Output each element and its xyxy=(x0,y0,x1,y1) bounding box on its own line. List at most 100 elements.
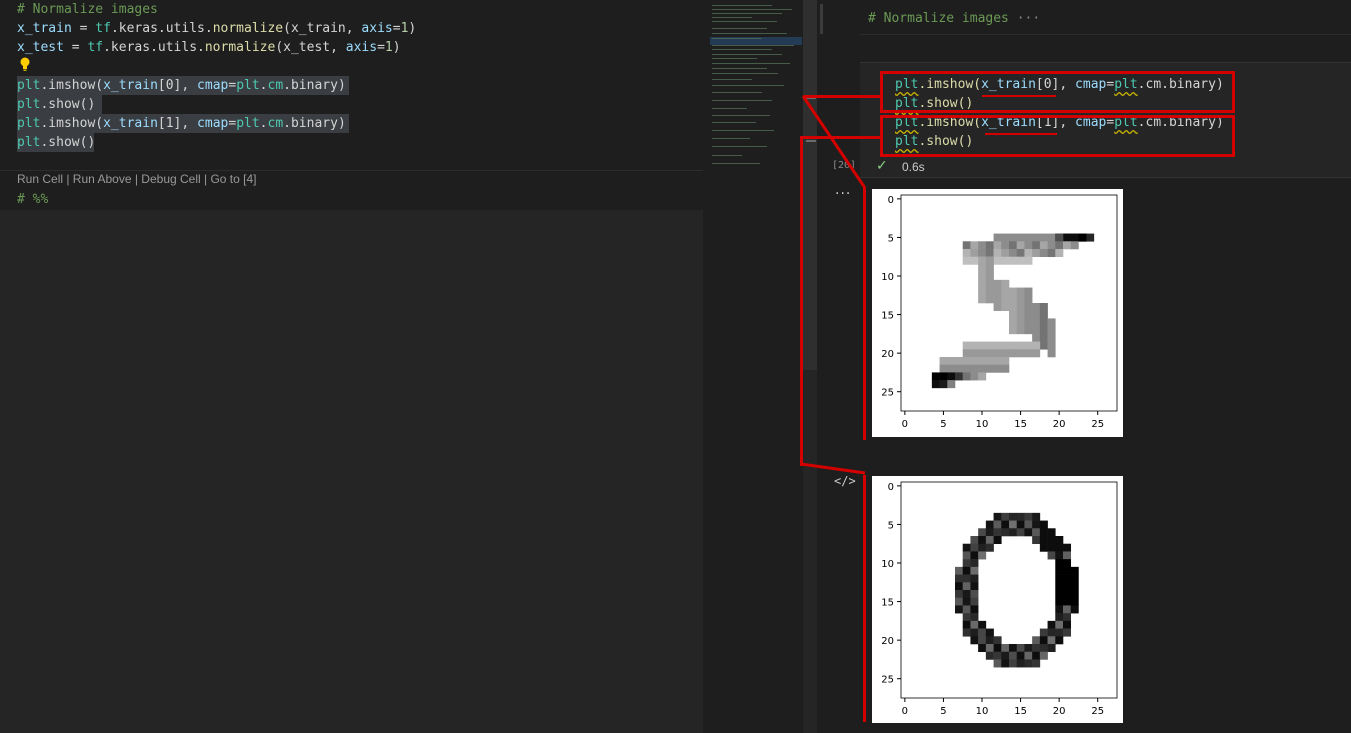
y-tick-label: 5 xyxy=(888,233,894,244)
image-pixel xyxy=(1001,520,1010,529)
token: .imshow( xyxy=(40,78,104,93)
minimap-line xyxy=(712,155,742,156)
markdown-cell-text[interactable]: # Normalize images ··· xyxy=(868,11,1040,26)
image-pixel xyxy=(1032,659,1041,668)
image-pixel xyxy=(1009,528,1018,537)
code-line-6[interactable]: plt.show() xyxy=(17,95,102,114)
image-pixel xyxy=(978,349,987,358)
code-line-1[interactable]: # Normalize images xyxy=(17,0,158,19)
minimap-line xyxy=(712,73,778,74)
image-pixel xyxy=(1032,341,1041,350)
image-pixel xyxy=(993,341,1002,350)
token: tf xyxy=(95,21,111,36)
image-pixel xyxy=(1086,233,1095,242)
token: = xyxy=(392,21,401,36)
y-tick-label: 0 xyxy=(888,195,894,206)
image-pixel xyxy=(985,272,994,281)
token: = xyxy=(71,21,96,36)
code-line-8[interactable]: plt.show() xyxy=(17,133,95,152)
token: normalize xyxy=(212,21,284,36)
image-pixel xyxy=(993,636,1002,645)
image-pixel xyxy=(1039,310,1048,319)
y-tick-label: 15 xyxy=(881,598,894,609)
image-pixel xyxy=(970,597,979,606)
image-pixel xyxy=(993,357,1002,366)
image-pixel xyxy=(985,287,994,296)
image-pixel xyxy=(978,628,987,637)
code-icon[interactable]: </> xyxy=(834,474,856,488)
image-pixel xyxy=(1024,287,1033,296)
x-tick-label: 0 xyxy=(902,706,908,717)
code-line-2[interactable]: x_train = tf.keras.utils.normalize(x_tra… xyxy=(17,19,416,38)
image-pixel xyxy=(1070,574,1079,583)
editor-cell[interactable]: # Normalize images x_train = tf.keras.ut… xyxy=(0,0,703,210)
y-tick-label: 25 xyxy=(881,388,894,399)
code-line-7[interactable]: plt.imshow(x_train[1], cmap=plt.cm.binar… xyxy=(17,114,349,133)
image-pixel xyxy=(970,349,979,358)
cell-marker[interactable]: # %% xyxy=(17,190,48,209)
image-pixel xyxy=(1047,326,1056,335)
minimap-line xyxy=(712,108,747,109)
image-pixel xyxy=(1063,574,1072,583)
minimap-line xyxy=(712,45,794,46)
cell-status-bar xyxy=(820,4,823,34)
image-pixel xyxy=(978,357,987,366)
image-pixel xyxy=(1016,651,1025,660)
image-pixel xyxy=(1001,233,1010,242)
image-pixel xyxy=(1047,249,1056,258)
image-pixel xyxy=(1032,644,1041,653)
image-pixel xyxy=(1055,233,1064,242)
x-tick-label: 15 xyxy=(1014,419,1027,430)
image-pixel xyxy=(1063,233,1072,242)
image-pixel xyxy=(1032,333,1041,342)
image-pixel xyxy=(1047,528,1056,537)
image-pixel xyxy=(1063,566,1072,575)
image-pixel xyxy=(1016,287,1025,296)
image-pixel xyxy=(1016,318,1025,327)
code-line-3[interactable]: x_test = tf.keras.utils.normalize(x_test… xyxy=(17,38,401,57)
image-pixel xyxy=(1009,326,1018,335)
image-pixel xyxy=(978,279,987,288)
image-pixel xyxy=(962,357,971,366)
image-pixel xyxy=(978,620,987,629)
image-pixel xyxy=(1009,520,1018,529)
image-pixel xyxy=(1039,536,1048,545)
lightbulb-icon[interactable] xyxy=(19,56,31,72)
image-pixel xyxy=(1024,241,1033,250)
token: 1 xyxy=(384,40,393,55)
image-pixel xyxy=(978,287,987,296)
image-pixel xyxy=(985,520,994,529)
token: . xyxy=(259,78,268,93)
image-pixel xyxy=(978,528,987,537)
minimap[interactable] xyxy=(703,0,803,733)
x-tick-label: 25 xyxy=(1091,706,1104,717)
collapsed-ellipsis[interactable]: ··· xyxy=(1009,11,1041,26)
image-pixel xyxy=(1039,249,1048,258)
output-plot-digit-5: 0 5 10 15 20 25 0 5 10 15 20 25 xyxy=(872,189,1123,437)
image-pixel xyxy=(993,233,1002,242)
token: x_train xyxy=(103,116,158,131)
code-line-5[interactable]: plt.imshow(x_train[0], cmap=plt.cm.binar… xyxy=(17,76,349,95)
image-pixel xyxy=(1001,349,1010,358)
image-pixel xyxy=(1024,520,1033,529)
image-pixel xyxy=(993,528,1002,537)
image-pixel xyxy=(978,364,987,373)
image-pixel xyxy=(1024,528,1033,537)
image-pixel xyxy=(978,295,987,304)
code-editor[interactable]: # Normalize images x_train = tf.keras.ut… xyxy=(0,0,703,733)
image-pixel xyxy=(1001,287,1010,296)
image-pixel xyxy=(1016,659,1025,668)
y-tick-label: 20 xyxy=(881,349,894,360)
image-pixel xyxy=(1039,318,1048,327)
image-pixel xyxy=(1016,256,1025,265)
image-pixel xyxy=(1032,233,1041,242)
image-pixel xyxy=(955,597,964,606)
image-pixel xyxy=(993,536,1002,545)
codelens-actions[interactable]: Run Cell | Run Above | Debug Cell | Go t… xyxy=(17,172,256,186)
image-pixel xyxy=(1024,233,1033,242)
image-pixel xyxy=(1039,528,1048,537)
image-pixel xyxy=(1055,613,1064,622)
token: = xyxy=(63,40,88,55)
image-pixel xyxy=(1063,543,1072,552)
image-pixel xyxy=(1009,287,1018,296)
